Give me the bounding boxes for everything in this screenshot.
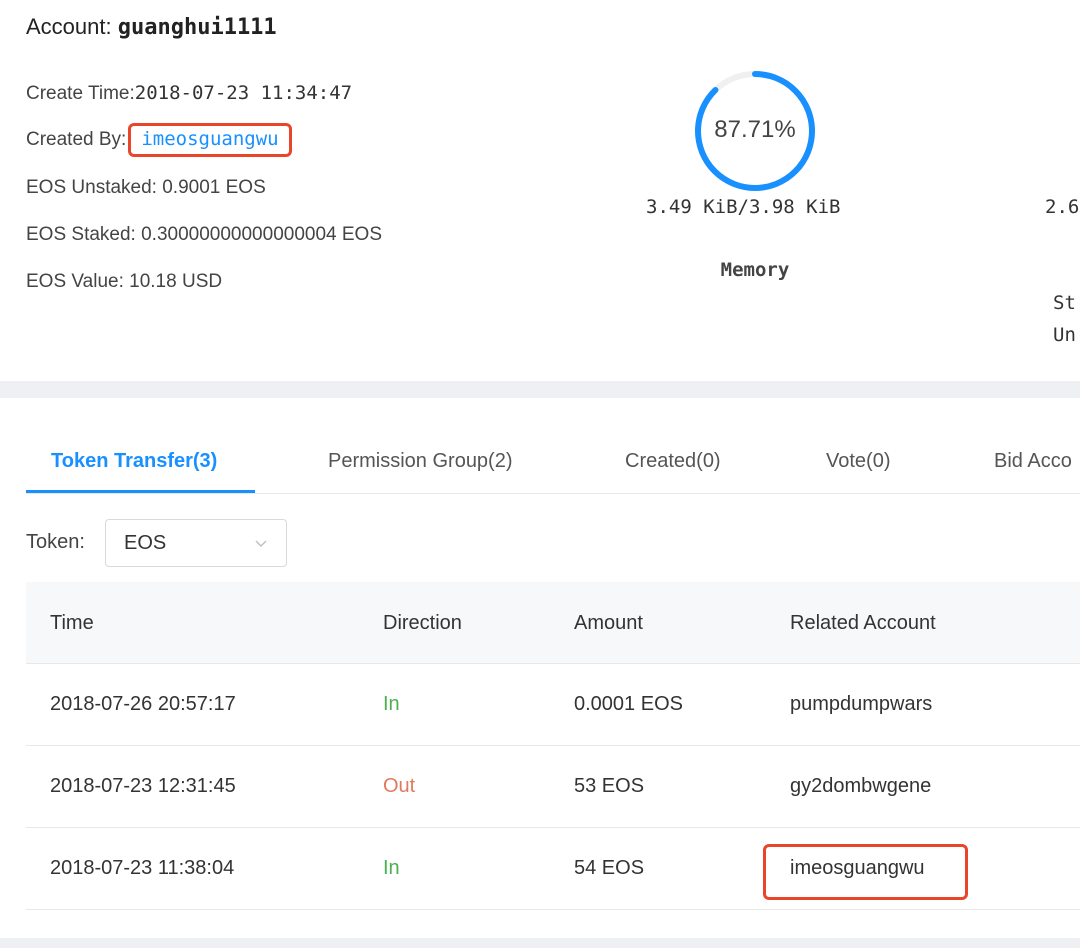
row-related-account-link[interactable]: pumpdumpwars [790,693,932,716]
table-row: 2018-07-26 20:57:17 In 0.0001 EOS pumpdu… [26,664,1080,746]
token-filter-label: Token: [26,531,85,553]
tab-vote[interactable]: Vote(0) [826,450,890,473]
create-time-label: Create Time: [26,83,135,104]
tab-created[interactable]: Created(0) [625,450,721,473]
created-by-highlight: imeosguangwu [128,123,292,157]
row-amount: 53 EOS [574,775,645,797]
token-select[interactable]: EOS [105,519,287,567]
account-title-label: Account: [26,14,112,39]
tab-token-transfer[interactable]: Token Transfer(3) [51,450,217,473]
header-related-account: Related Account [790,612,936,634]
created-by-label: Created By: [26,129,127,150]
table-header: Time Direction Amount Related Account [26,582,1080,664]
table-row: 2018-07-23 11:38:04 In 54 EOS imeosguang… [26,828,1080,910]
created-by-link[interactable]: imeosguangwu [141,128,278,150]
table-row: 2018-07-23 12:31:45 Out 53 EOS gy2dombwg… [26,746,1080,828]
row-amount: 0.0001 EOS [574,693,683,715]
create-time-row: Create Time:2018-07-23 11:34:47 [26,82,352,105]
header-amount: Amount [574,612,643,634]
staked-partial: St [1053,292,1076,314]
bottom-divider [0,938,1080,948]
row-direction: Out [383,775,416,797]
row-amount: 54 EOS [574,857,645,879]
memory-usage: 3.49 KiB/3.98 KiB [646,196,841,218]
row-direction: In [383,857,400,879]
chevron-down-icon [255,540,267,547]
active-tab-indicator [26,490,255,493]
eos-value: EOS Value: 10.18 USD [26,271,223,292]
account-info-panel: Account: guanghui1111 Create Time:2018-0… [0,0,1080,381]
row-time: 2018-07-23 12:31:45 [50,775,236,797]
section-divider [0,381,1080,398]
created-by-row: Created By: imeosguangwu [26,123,292,157]
token-select-value: EOS [124,532,167,554]
memory-label: Memory [720,259,790,281]
unstaked-partial: Un [1053,324,1076,346]
memory-percent: 87.71% [714,116,796,143]
row-direction: In [383,693,400,715]
tab-bid-account[interactable]: Bid Acco [994,450,1072,473]
transfer-table: Time Direction Amount Related Account 20… [26,582,1080,910]
eos-unstaked: EOS Unstaked: 0.9001 EOS [26,177,266,198]
account-name: guanghui1111 [117,15,277,40]
account-title: Account: guanghui1111 [26,14,277,40]
create-time-value: 2018-07-23 11:34:47 [134,82,353,104]
header-time: Time [50,612,94,634]
row-related-account-link[interactable]: gy2dombwgene [790,775,931,798]
tab-permission-group[interactable]: Permission Group(2) [328,450,513,473]
header-direction: Direction [383,612,462,634]
row-time: 2018-07-26 20:57:17 [50,693,236,715]
row-related-account-link[interactable]: imeosguangwu [790,857,925,880]
cpu-usage-partial: 2.6 [1045,196,1080,218]
row-time: 2018-07-23 11:38:04 [50,857,235,879]
eos-staked: EOS Staked: 0.30000000000000004 EOS [26,224,382,245]
tab-bar: Token Transfer(3) Permission Group(2) Cr… [26,428,1080,494]
